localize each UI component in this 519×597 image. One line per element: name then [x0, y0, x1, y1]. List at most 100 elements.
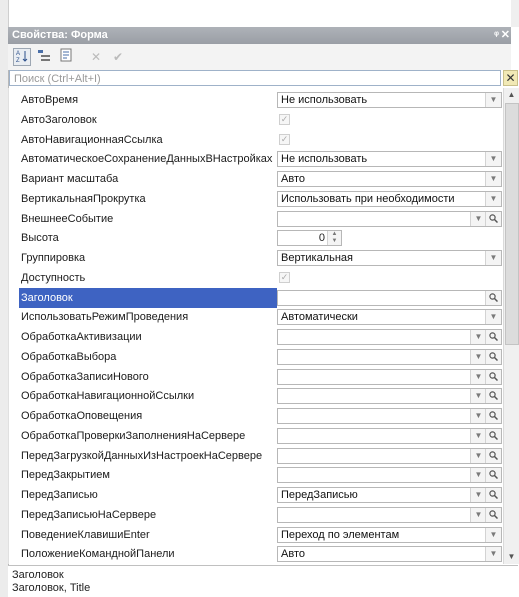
property-row[interactable]: ВертикальнаяПрокрутка Использовать при не…: [9, 189, 504, 209]
categories-icon[interactable]: [35, 48, 53, 66]
property-name: Вариант масштаба: [21, 173, 119, 185]
chevron-down-icon[interactable]: ▼: [470, 507, 486, 522]
property-row[interactable]: ОбработкаОповещения ▼: [9, 406, 504, 426]
chevron-down-icon[interactable]: ▼: [470, 211, 486, 226]
property-value-field[interactable]: ▼: [277, 408, 502, 424]
property-name: ПередЗаписьюНаСервере: [21, 508, 157, 521]
search-icon[interactable]: [485, 369, 501, 384]
property-row[interactable]: ОбработкаВыбора ▼: [9, 347, 504, 367]
chevron-down-icon[interactable]: ▼: [485, 191, 501, 206]
scroll-up-icon[interactable]: ▲: [504, 88, 519, 102]
check-icon[interactable]: ✔: [109, 48, 127, 66]
scrollbar[interactable]: ▲ ▼: [503, 88, 519, 564]
property-value-field[interactable]: ▼: [277, 348, 502, 365]
property-value-field[interactable]: Использовать при необходимости ▼: [277, 190, 502, 207]
chevron-down-icon[interactable]: ▼: [470, 448, 486, 463]
property-value-field[interactable]: Авто ▼: [277, 171, 502, 187]
search-icon[interactable]: [485, 409, 501, 423]
property-value-field[interactable]: ▼: [277, 447, 502, 464]
property-checkbox[interactable]: ✓: [279, 113, 290, 125]
property-value-field[interactable]: ▼: [277, 467, 502, 484]
property-value-field[interactable]: Не использовать ▼: [277, 92, 502, 108]
chevron-down-icon[interactable]: ▼: [470, 428, 486, 443]
chevron-down-icon[interactable]: ▼: [470, 409, 486, 423]
search-icon[interactable]: [485, 468, 501, 483]
property-row[interactable]: ПередЗакрытием ▼: [9, 465, 504, 485]
chevron-down-icon[interactable]: ▼: [470, 369, 486, 384]
property-value-field[interactable]: Переход по элементам ▼: [277, 526, 502, 543]
property-row[interactable]: ПередЗаписью ПередЗаписью ▼: [9, 485, 504, 505]
property-value-field[interactable]: ▼: [277, 329, 502, 345]
search-icon[interactable]: [485, 349, 501, 364]
property-row[interactable]: Группировка Вертикальная ▼: [9, 248, 504, 268]
chevron-down-icon[interactable]: ▼: [485, 310, 501, 325]
property-value-field[interactable]: Вертикальная ▼: [277, 250, 502, 266]
property-row[interactable]: АвтоматическоеСохранениеДанныхВНастройка…: [9, 149, 504, 169]
property-checkbox[interactable]: ✓: [279, 133, 290, 145]
property-value-field[interactable]: ▼: [277, 210, 502, 227]
chevron-down-icon[interactable]: ▼: [485, 251, 501, 265]
property-value-field[interactable]: Не использовать ▼: [277, 151, 502, 168]
search-icon[interactable]: [485, 428, 501, 443]
scroll-thumb[interactable]: [505, 103, 519, 345]
property-row[interactable]: ПоложениеКоманднойПанели Авто ▼: [9, 544, 504, 564]
search-icon[interactable]: [485, 290, 501, 305]
filter-icon[interactable]: [57, 48, 75, 66]
chevron-down-icon[interactable]: ▼: [470, 349, 486, 364]
property-value-field[interactable]: ▼: [277, 427, 502, 444]
property-row[interactable]: Вариант масштаба Авто ▼: [9, 169, 504, 189]
property-row[interactable]: ПередЗаписьюНаСервере ▼: [9, 505, 504, 525]
search-icon[interactable]: [485, 507, 501, 522]
property-value-field[interactable]: ▼: [277, 506, 502, 523]
property-name: ПередЗаписью: [21, 489, 98, 501]
property-value-field[interactable]: ▼: [277, 368, 502, 385]
property-grid: АвтоВремя Не использовать ▼ АвтоЗаголовок ✓ А…: [8, 88, 505, 564]
property-number-field[interactable]: 0 ▲ ▼: [277, 230, 342, 247]
close-icon[interactable]: ✕: [501, 27, 510, 44]
property-row[interactable]: ВнешнееСобытие ▼: [9, 209, 504, 229]
search-icon[interactable]: [485, 389, 501, 404]
search-icon[interactable]: [485, 448, 501, 463]
sort-alphabetical-icon[interactable]: AZ: [13, 48, 31, 66]
property-row[interactable]: ПоведениеКлавишиEnter Переход по элемента…: [9, 525, 504, 545]
chevron-down-icon[interactable]: ▼: [470, 330, 486, 344]
search-icon[interactable]: [485, 330, 501, 344]
chevron-down-icon[interactable]: ▼: [485, 547, 501, 562]
property-row[interactable]: Доступность ✓: [9, 268, 504, 288]
property-checkbox[interactable]: ✓: [279, 271, 290, 283]
chevron-down-icon[interactable]: ▼: [470, 389, 486, 404]
spinner-icon[interactable]: ▲ ▼: [327, 231, 341, 246]
property-name: ОбработкаПроверкиЗаполненияНаСервере: [21, 429, 246, 442]
property-value-field[interactable]: ▼: [277, 388, 502, 405]
search-input[interactable]: Поиск (Ctrl+Alt+I): [9, 70, 501, 86]
property-value-field[interactable]: [277, 289, 502, 306]
chevron-down-icon[interactable]: ▼: [485, 527, 501, 542]
property-value: ПередЗаписью: [281, 489, 358, 501]
search-icon[interactable]: [485, 488, 501, 502]
property-row[interactable]: ИспользоватьРежимПроведения Автоматически…: [9, 307, 504, 327]
property-name: ОбработкаЗаписиНового: [21, 370, 149, 383]
scroll-down-icon[interactable]: ▼: [504, 550, 519, 564]
pin-icon[interactable]: ᵠ: [494, 27, 499, 44]
property-row[interactable]: ОбработкаПроверкиЗаполненияНаСервере ▼: [9, 426, 504, 446]
property-row[interactable]: АвтоВремя Не использовать ▼: [9, 90, 504, 110]
property-row[interactable]: ПередЗагрузкойДанныхИзНастроекНаСервере ▼: [9, 446, 504, 466]
property-row[interactable]: ОбработкаНавигационнойСсылки ▼: [9, 386, 504, 406]
delete-icon[interactable]: ✕: [87, 48, 105, 66]
chevron-down-icon[interactable]: ▼: [485, 93, 501, 107]
property-row[interactable]: Заголовок: [9, 287, 504, 308]
chevron-down-icon[interactable]: ▼: [470, 468, 486, 483]
property-row[interactable]: ОбработкаЗаписиНового ▼: [9, 367, 504, 387]
search-clear-button[interactable]: ✕: [503, 70, 518, 86]
chevron-down-icon[interactable]: ▼: [485, 172, 501, 186]
property-value-field[interactable]: ПередЗаписью ▼: [277, 487, 502, 503]
property-value-field[interactable]: Автоматически ▼: [277, 309, 502, 326]
property-row[interactable]: АвтоНавигационнаяСсылка ✓: [9, 130, 504, 150]
chevron-down-icon[interactable]: ▼: [470, 488, 486, 502]
property-value-field[interactable]: Авто ▼: [277, 546, 502, 563]
chevron-down-icon[interactable]: ▼: [485, 152, 501, 167]
property-row[interactable]: ОбработкаАктивизации ▼: [9, 327, 504, 347]
property-row[interactable]: Высота 0 ▲ ▼: [9, 228, 504, 248]
search-icon[interactable]: [485, 211, 501, 226]
property-row[interactable]: АвтоЗаголовок ✓: [9, 110, 504, 130]
